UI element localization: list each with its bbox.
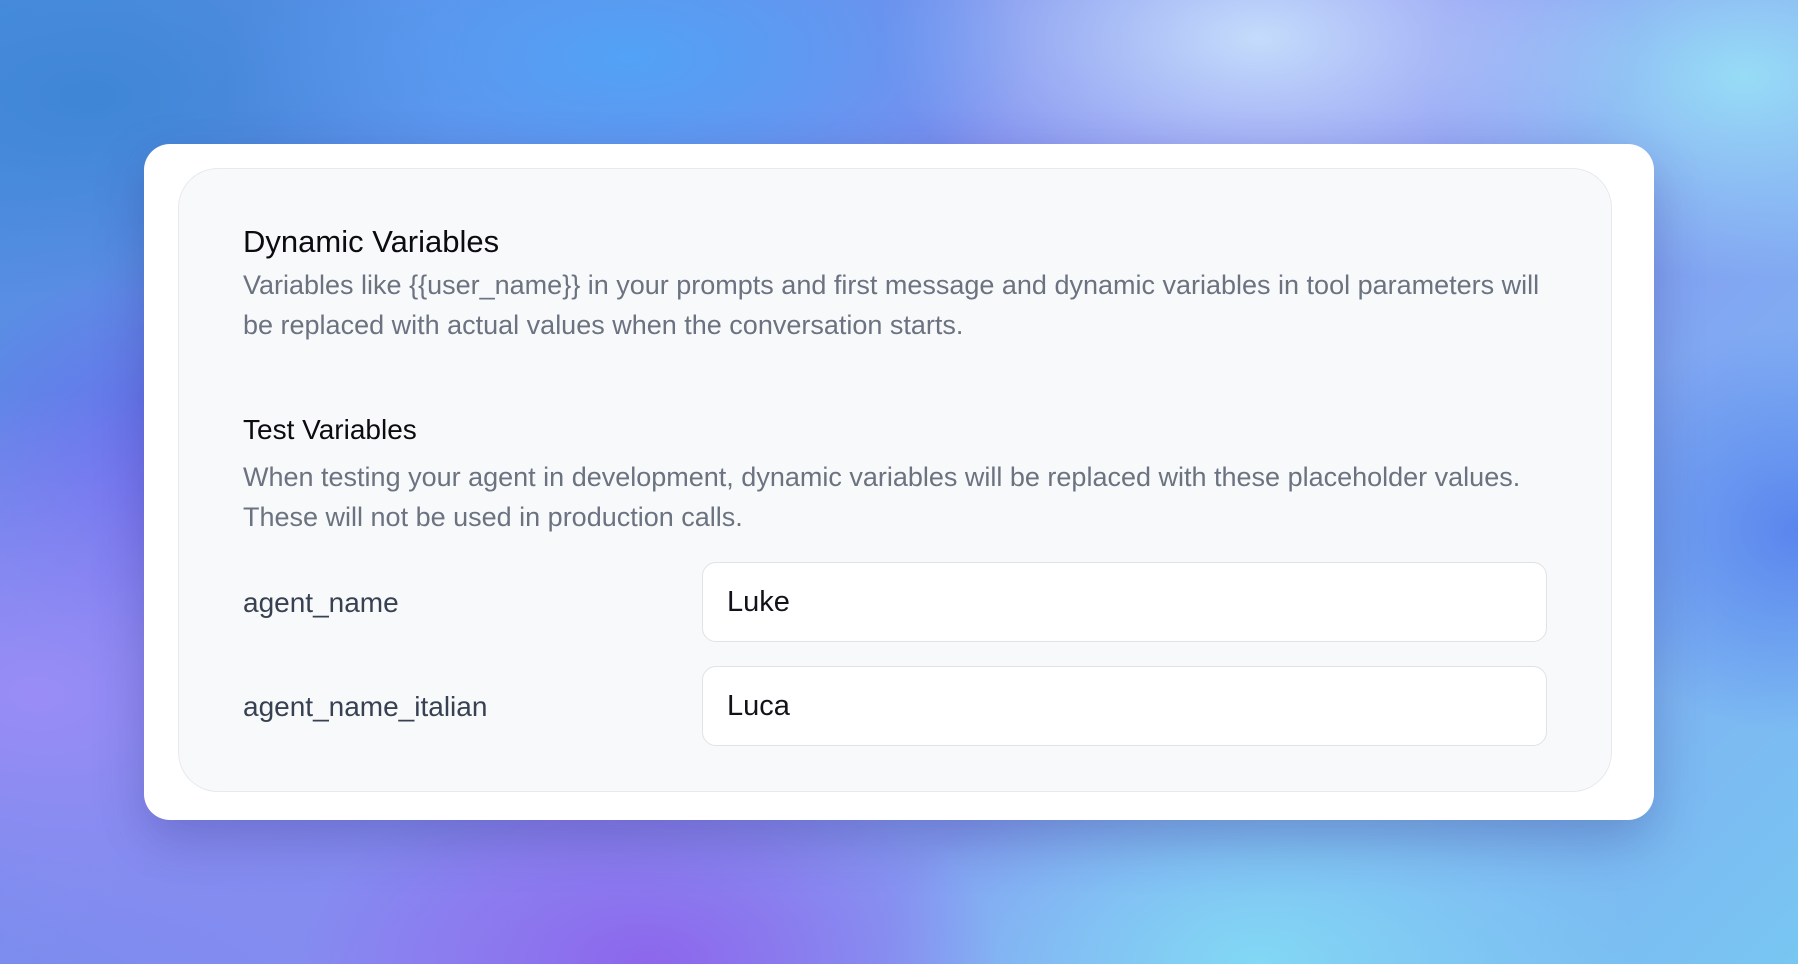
variable-name-label: agent_name bbox=[243, 587, 399, 618]
variable-row-agent-name-italian: agent_name_italian bbox=[243, 666, 1549, 746]
test-variables-title: Test Variables bbox=[243, 414, 417, 445]
test-variables-description: When testing your agent in development, … bbox=[243, 462, 1521, 532]
dynamic-variables-panel: Dynamic Variables Variables like {{user_… bbox=[178, 168, 1612, 792]
agent-name-italian-value-input[interactable] bbox=[702, 666, 1547, 746]
agent-name-value-input[interactable] bbox=[702, 562, 1547, 642]
variable-row-agent-name: agent_name bbox=[243, 562, 1549, 642]
dynamic-variables-description: Variables like {{user_name}} in your pro… bbox=[243, 270, 1540, 340]
variable-name-label: agent_name_italian bbox=[243, 691, 488, 722]
dynamic-variables-title: Dynamic Variables bbox=[243, 224, 500, 259]
settings-card: Dynamic Variables Variables like {{user_… bbox=[144, 144, 1654, 820]
